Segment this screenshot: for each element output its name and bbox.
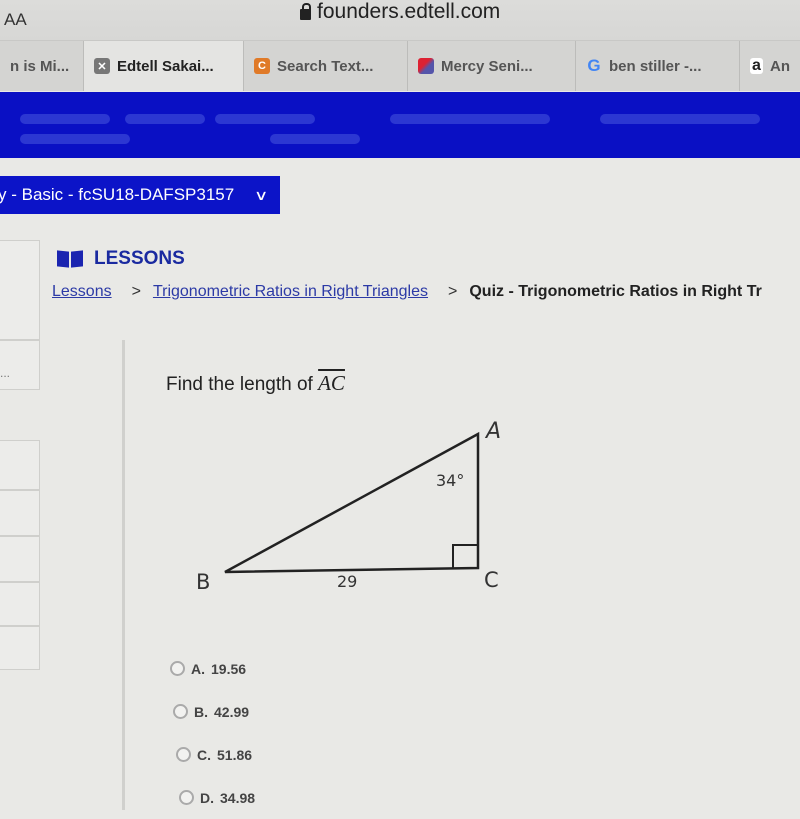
tab-label: Edtell Sakai... bbox=[117, 57, 214, 75]
tab-item-edtell[interactable]: ✕ Edtell Sakai... bbox=[84, 41, 244, 91]
nav-blur bbox=[20, 114, 110, 124]
sidebar-item[interactable] bbox=[0, 536, 40, 582]
right-angle-marker bbox=[452, 544, 478, 568]
course-label: y - Basic - fcSU18-DAFSP3157 bbox=[0, 185, 235, 204]
tab-label: ben stiller -... bbox=[609, 57, 702, 75]
breadcrumb-separator-icon: > bbox=[131, 283, 141, 300]
side-length-label: 29 bbox=[337, 572, 357, 591]
sidebar-item[interactable] bbox=[0, 626, 40, 670]
vertex-label-c: C bbox=[484, 568, 499, 592]
tab-label: n is Mi... bbox=[10, 57, 70, 75]
c-favicon-icon: C bbox=[254, 58, 270, 74]
radio-button[interactable] bbox=[170, 661, 185, 676]
tab-item-amazon[interactable]: a An bbox=[740, 41, 800, 91]
sidebar-panel bbox=[0, 240, 40, 340]
choice-letter: A. bbox=[191, 660, 205, 677]
answer-choices: A. 19.56 B. 42.99 C. 51.86 D. 34.98 bbox=[170, 647, 255, 819]
nav-blur bbox=[270, 134, 360, 144]
choice-c[interactable]: C. 51.86 bbox=[176, 733, 255, 776]
breadcrumb-separator-icon: > bbox=[448, 283, 458, 300]
text-size-button[interactable]: AA bbox=[4, 10, 27, 30]
chevron-down-icon: ∨ bbox=[254, 186, 269, 203]
angle-label: 34° bbox=[436, 471, 464, 490]
tab-label: Search Text... bbox=[277, 57, 374, 75]
sidebar-item[interactable] bbox=[0, 440, 40, 490]
sidebar-item[interactable] bbox=[0, 582, 40, 626]
choice-letter: B. bbox=[194, 703, 208, 720]
address-bar: AA founders.edtell.com bbox=[0, 0, 800, 40]
radio-button[interactable] bbox=[173, 704, 188, 719]
choice-value: 42.99 bbox=[214, 703, 250, 720]
nav-blur bbox=[20, 134, 130, 144]
nav-blur bbox=[390, 114, 550, 124]
triangle-figure: A B C 34° 29 bbox=[196, 419, 501, 594]
breadcrumb-lessons-link[interactable]: Lessons bbox=[52, 283, 112, 301]
close-tab-icon[interactable]: ✕ bbox=[94, 58, 110, 74]
tab-item-search-text[interactable]: C Search Text... bbox=[244, 41, 408, 91]
choice-letter: D. bbox=[200, 789, 214, 806]
vertex-label-a: A bbox=[484, 419, 501, 444]
lock-icon bbox=[300, 2, 311, 20]
google-favicon-icon: G bbox=[587, 56, 601, 75]
lessons-heading: LESSONS bbox=[56, 248, 185, 270]
nav-blur bbox=[600, 114, 760, 124]
sidebar-item[interactable] bbox=[0, 340, 40, 390]
question-text: Find the length of bbox=[166, 374, 319, 395]
vertex-label-b: B bbox=[196, 570, 210, 594]
tab-bar: n is Mi... ✕ Edtell Sakai... C Search Te… bbox=[0, 40, 800, 91]
breadcrumb-topic-link[interactable]: Trigonometric Ratios in Right Triangles bbox=[153, 283, 428, 301]
lessons-title: LESSONS bbox=[94, 248, 185, 269]
tab-label: Mercy Seni... bbox=[441, 57, 533, 75]
choice-letter: C. bbox=[197, 746, 211, 763]
url-text: founders.edtell.com bbox=[317, 0, 501, 23]
site-header-banner bbox=[0, 92, 800, 158]
breadcrumb-current: Quiz - Trigonometric Ratios in Right Tr bbox=[469, 283, 762, 300]
choice-a[interactable]: A. 19.56 bbox=[170, 647, 255, 690]
mercy-favicon-icon bbox=[418, 58, 434, 74]
choice-d[interactable]: D. 34.98 bbox=[179, 776, 255, 819]
radio-button[interactable] bbox=[179, 790, 194, 805]
choice-value: 51.86 bbox=[217, 746, 253, 763]
tab-item-mercy[interactable]: Mercy Seni... bbox=[408, 41, 576, 91]
radio-button[interactable] bbox=[176, 747, 191, 762]
choice-value: 34.98 bbox=[220, 789, 256, 806]
tab-label: An bbox=[770, 57, 790, 75]
amazon-favicon-icon: a bbox=[750, 57, 763, 74]
sidebar-truncated-text: ... bbox=[0, 366, 11, 380]
tab-item[interactable]: n is Mi... bbox=[0, 41, 84, 91]
breadcrumb: Lessons > Trigonometric Ratios in Right … bbox=[52, 283, 762, 301]
sidebar-item[interactable] bbox=[0, 490, 40, 536]
choice-value: 19.56 bbox=[211, 660, 247, 677]
nav-blur bbox=[215, 114, 315, 124]
nav-blur bbox=[125, 114, 205, 124]
triangle-outline bbox=[224, 431, 480, 574]
course-selector[interactable]: y - Basic - fcSU18-DAFSP3157 ∨ bbox=[0, 176, 280, 214]
tab-item-ben-stiller[interactable]: G ben stiller -... bbox=[576, 41, 740, 91]
choice-b[interactable]: B. 42.99 bbox=[173, 690, 255, 733]
url-field[interactable]: founders.edtell.com bbox=[300, 0, 500, 24]
segment-label: AC bbox=[318, 371, 345, 395]
question-prompt: Find the length of AC bbox=[166, 371, 345, 396]
book-icon bbox=[56, 249, 84, 269]
